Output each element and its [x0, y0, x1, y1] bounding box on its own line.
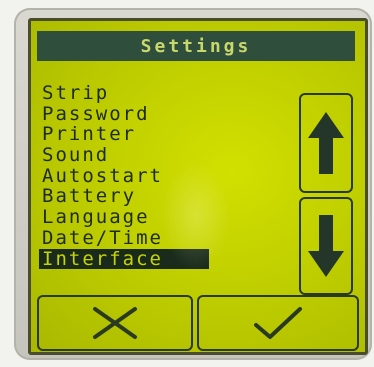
menu-item-strip[interactable]: Strip [39, 83, 209, 104]
menu-item-printer[interactable]: Printer [39, 124, 209, 145]
page-title: Settings [140, 35, 252, 57]
checkmark-icon [254, 307, 302, 339]
cancel-button[interactable] [37, 295, 193, 351]
title-bar: Settings [37, 31, 355, 61]
scroll-down-button[interactable] [299, 197, 353, 295]
scroll-up-button[interactable] [299, 93, 353, 193]
menu-item-password[interactable]: Password [39, 103, 209, 125]
menu-item-date-time[interactable]: Date/Time [39, 228, 209, 249]
lcd-screen: Settings Strip Password Printer Sound Au… [28, 18, 368, 355]
menu-item-sound[interactable]: Sound [39, 145, 209, 166]
menu-item-autostart[interactable]: Autostart [39, 166, 209, 187]
confirm-button[interactable] [197, 295, 359, 351]
menu-item-language[interactable]: Language [39, 207, 209, 228]
arrow-down-icon [308, 215, 344, 277]
settings-menu: Strip Password Printer Sound Autostart B… [39, 83, 209, 270]
x-icon [93, 307, 137, 339]
menu-item-interface[interactable]: Interface [39, 248, 209, 270]
menu-item-battery[interactable]: Battery [39, 186, 209, 207]
arrow-up-icon [308, 112, 344, 174]
